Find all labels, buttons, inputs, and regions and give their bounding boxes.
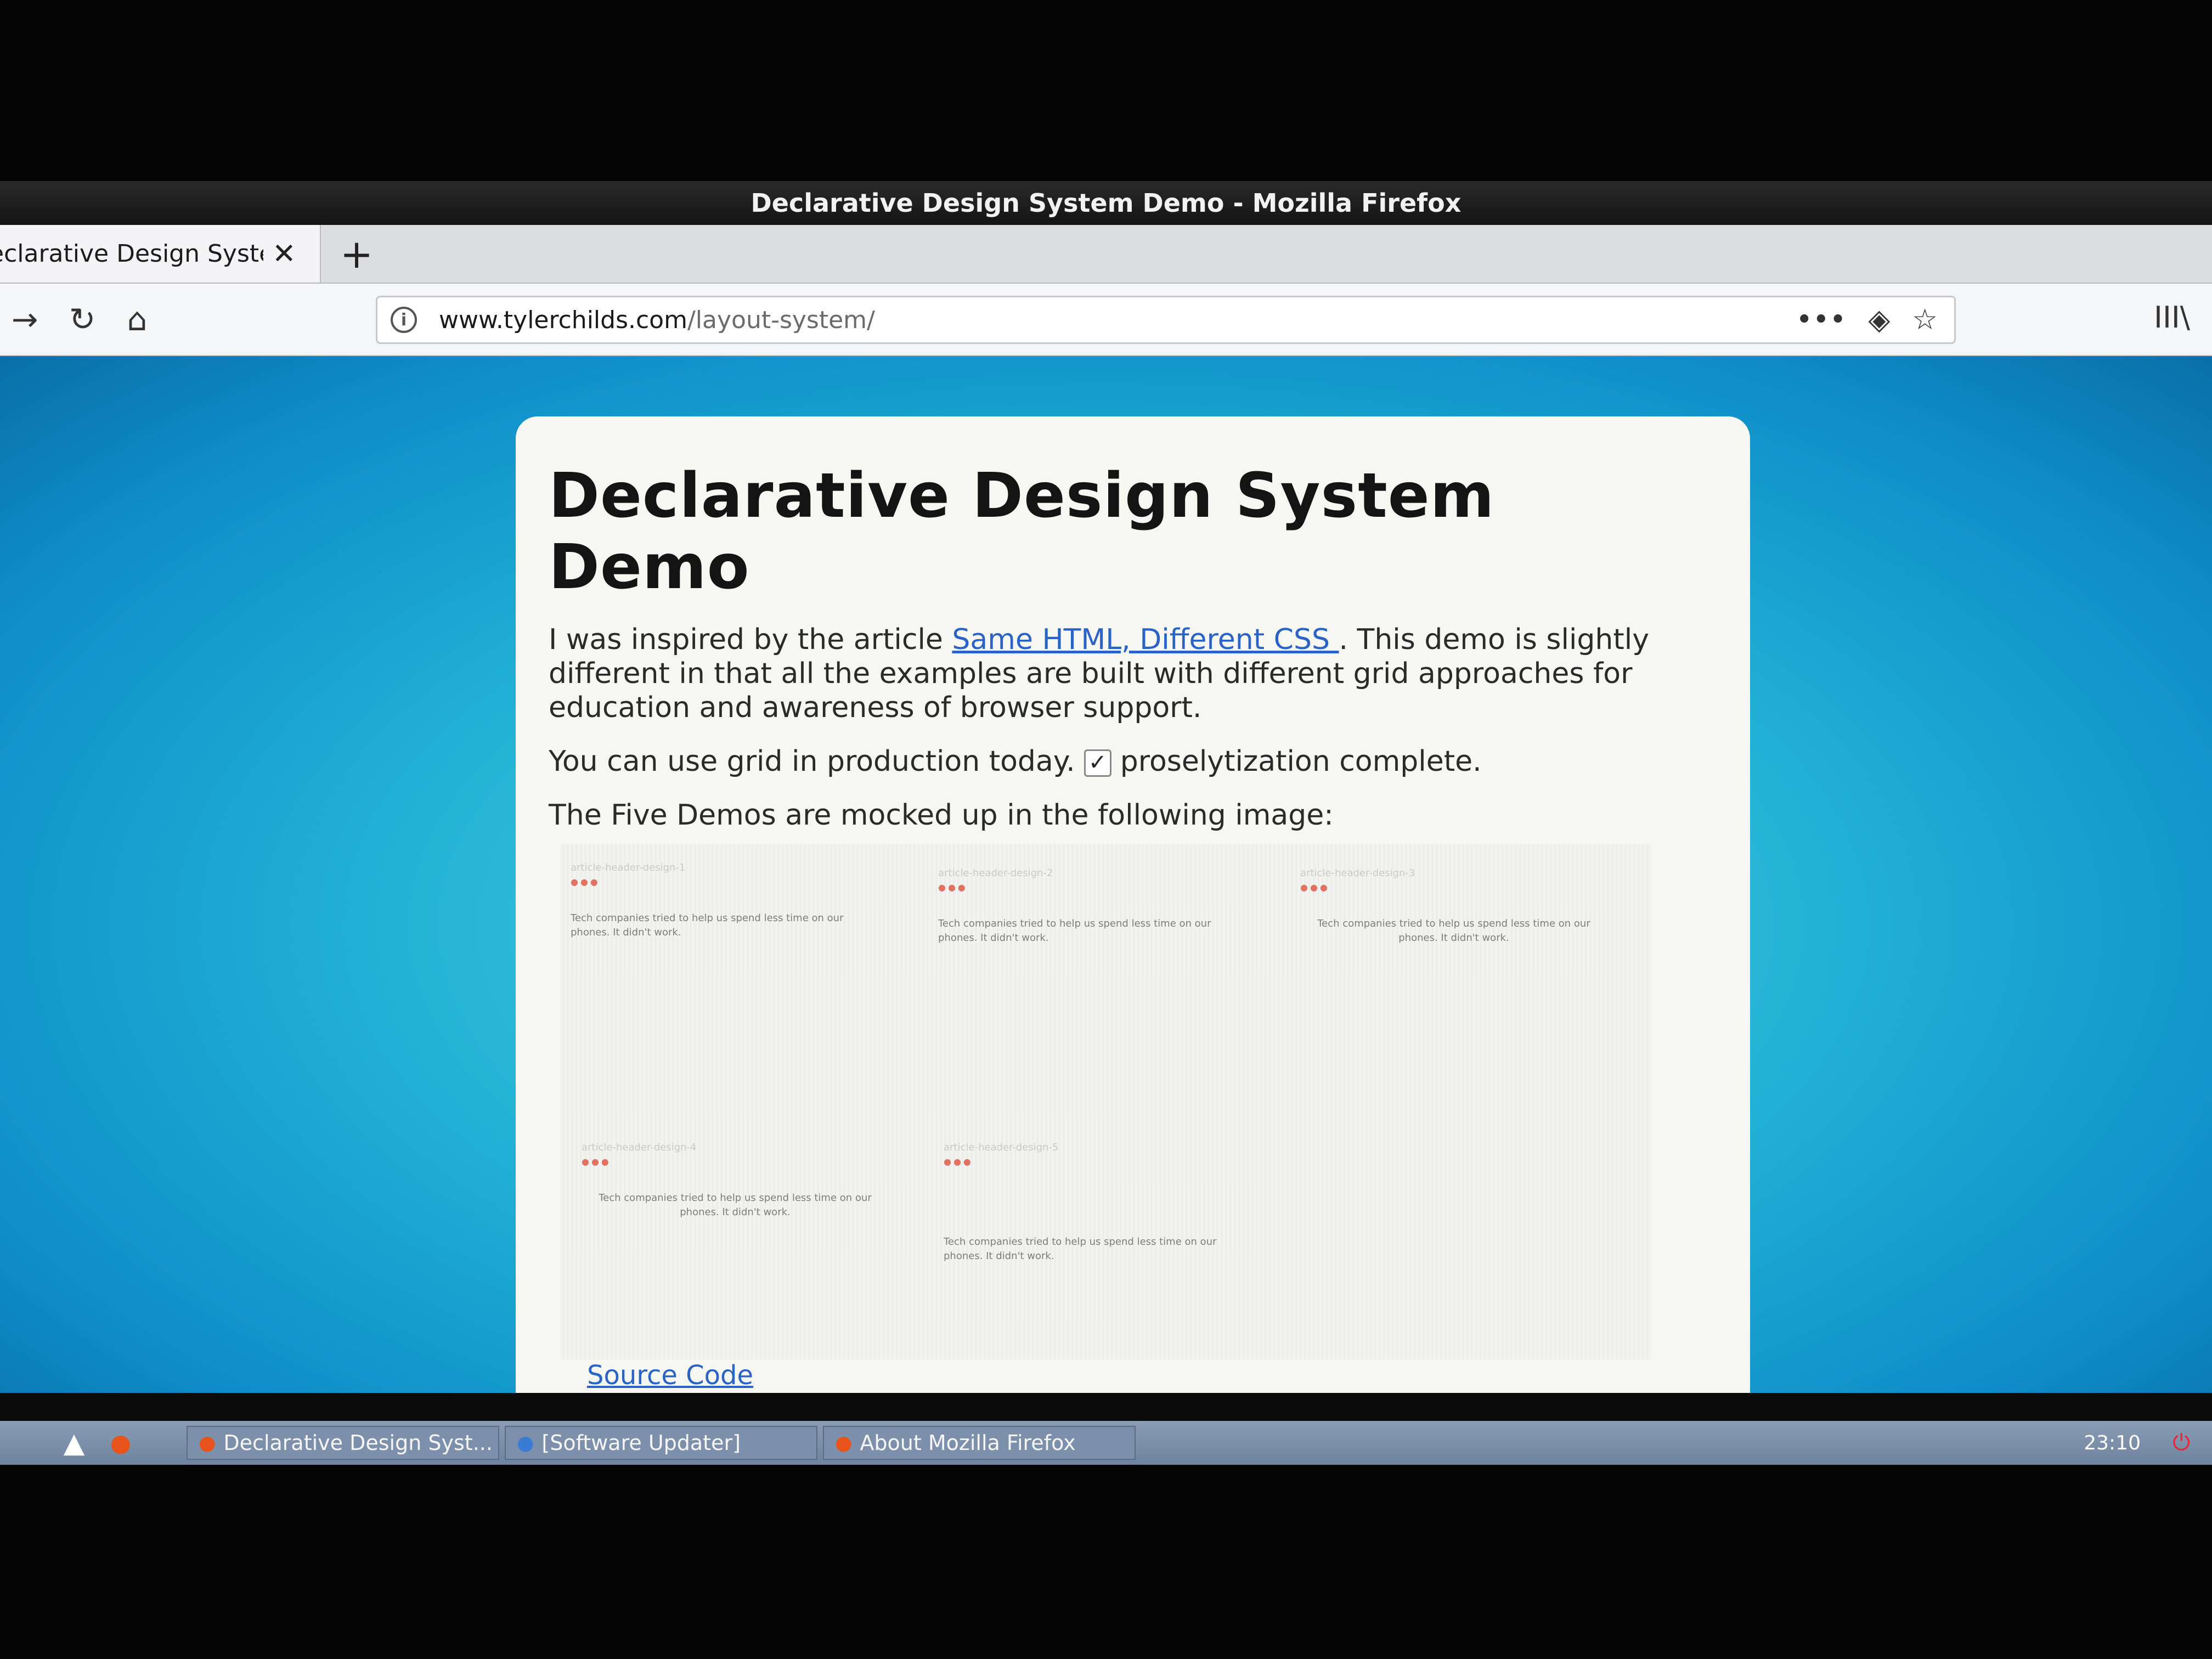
tab-strip: eclarative Design Syste ✕ + — [0, 225, 2212, 284]
mock-card: article-header-design-4 ●●● Tech compani… — [582, 1141, 889, 1349]
intro-text-before: I was inspired by the article — [549, 623, 952, 656]
mock-card-body: Tech companies tried to help us spend le… — [944, 1236, 1217, 1262]
source-code-link[interactable]: Source Code — [587, 1360, 753, 1391]
mock-dots: ●●● — [1300, 882, 1330, 893]
mock-card: article-header-design-3 ●●● Tech compani… — [1300, 866, 1607, 1075]
info-icon[interactable]: i — [391, 307, 417, 333]
start-menu-icon[interactable]: ▲ — [49, 1424, 99, 1462]
updater-icon: ● — [517, 1431, 534, 1454]
mock-card-title: article-header-design-4 — [582, 1142, 697, 1153]
mock-card-title: article-header-design-5 — [944, 1142, 1059, 1153]
mock-card-title: article-header-design-3 — [1300, 867, 1415, 879]
tab-active[interactable]: eclarative Design Syste ✕ — [0, 225, 321, 283]
mock-card-body: Tech companies tried to help us spend le… — [599, 1192, 872, 1218]
taskbar-item-firefox[interactable]: ● Declarative Design Syst... — [187, 1426, 499, 1460]
reload-icon[interactable]: ↻ — [63, 300, 101, 338]
mock-dots: ●●● — [582, 1156, 611, 1167]
page-viewport: Declarative Design System Demo I was ins… — [0, 356, 2212, 1393]
url-path: /layout-system/ — [687, 306, 875, 334]
mock-dots: ●●● — [938, 882, 968, 893]
firefox-icon: ● — [199, 1431, 216, 1454]
mock-card-title: article-header-design-1 — [571, 862, 686, 873]
mock-card-body: Tech companies tried to help us spend le… — [1317, 918, 1590, 944]
window-title-bar: Declarative Design System Demo - Mozilla… — [0, 181, 2212, 225]
mock-card: article-header-design-1 ●●● Tech compani… — [571, 861, 878, 1069]
forward-icon[interactable]: → — [5, 300, 44, 338]
bookmark-star-icon[interactable]: ☆ — [1912, 303, 1938, 336]
close-icon[interactable]: ✕ — [272, 238, 296, 270]
content-card: Declarative Design System Demo I was ins… — [516, 416, 1750, 1393]
page-title: Declarative Design System Demo — [549, 460, 1495, 603]
power-icon[interactable]: ⏻ — [2172, 1430, 2190, 1455]
mock-card: article-header-design-2 ●●● Tech compani… — [938, 866, 1245, 1075]
clock[interactable]: 23:10 — [2084, 1432, 2141, 1454]
checkbox-icon: ✓ — [1084, 749, 1111, 777]
library-icon[interactable]: III\ — [2154, 300, 2190, 335]
taskbar-item-about-firefox[interactable]: ● About Mozilla Firefox — [823, 1426, 1136, 1460]
window-title: Declarative Design System Demo - Mozilla… — [751, 188, 1462, 218]
url-host: www.tylerchilds.com — [439, 306, 687, 334]
mock-card-title: article-header-design-2 — [938, 867, 1053, 879]
screen: Declarative Design System Demo - Mozilla… — [0, 181, 2212, 1465]
taskbar-item-updater[interactable]: ● [Software Updater] — [505, 1426, 817, 1460]
firefox-launcher-icon[interactable]: ● — [99, 1424, 143, 1462]
url-bar[interactable]: i www.tylerchilds.com/layout-system/ •••… — [376, 296, 1956, 344]
article-link[interactable]: Same HTML, Different CSS — [952, 623, 1339, 656]
mock-card-body: Tech companies tried to help us spend le… — [571, 912, 844, 938]
grid-text-before: You can use grid in production today. — [549, 745, 1075, 778]
grid-text-after: proselytization complete. — [1120, 745, 1482, 778]
tab-label: eclarative Design Syste — [0, 240, 263, 268]
url-text[interactable]: www.tylerchilds.com/layout-system/ — [439, 306, 875, 334]
demos-paragraph: The Five Demos are mocked up in the foll… — [549, 799, 1334, 832]
mock-dots: ●●● — [571, 877, 600, 887]
page-actions-icon[interactable]: ••• — [1796, 303, 1846, 336]
grid-paragraph: You can use grid in production today. ✓ pr… — [549, 744, 1717, 778]
firefox-icon: ● — [835, 1431, 853, 1454]
mock-card: article-header-design-5 ●●● Tech compani… — [944, 1141, 1251, 1349]
taskbar-item-label: [Software Updater] — [541, 1431, 741, 1455]
navigation-bar: → ↻ ⌂ i www.tylerchilds.com/layout-syste… — [0, 284, 2212, 356]
mock-dots: ●●● — [944, 1156, 973, 1167]
mock-card-body: Tech companies tried to help us spend le… — [938, 918, 1211, 944]
taskbar-item-label: Declarative Design Syst... — [223, 1431, 493, 1455]
taskbar: ▲ ● ● Declarative Design Syst... ● [Soft… — [0, 1421, 2212, 1465]
demos-mockup-image: article-header-design-1 ●●● Tech compani… — [560, 844, 1651, 1360]
new-tab-button[interactable]: + — [335, 225, 379, 283]
home-icon[interactable]: ⌂ — [118, 300, 156, 338]
intro-paragraph: I was inspired by the article Same HTML,… — [549, 623, 1717, 725]
pocket-icon[interactable]: ◈ — [1868, 303, 1890, 336]
taskbar-item-label: About Mozilla Firefox — [860, 1431, 1076, 1455]
